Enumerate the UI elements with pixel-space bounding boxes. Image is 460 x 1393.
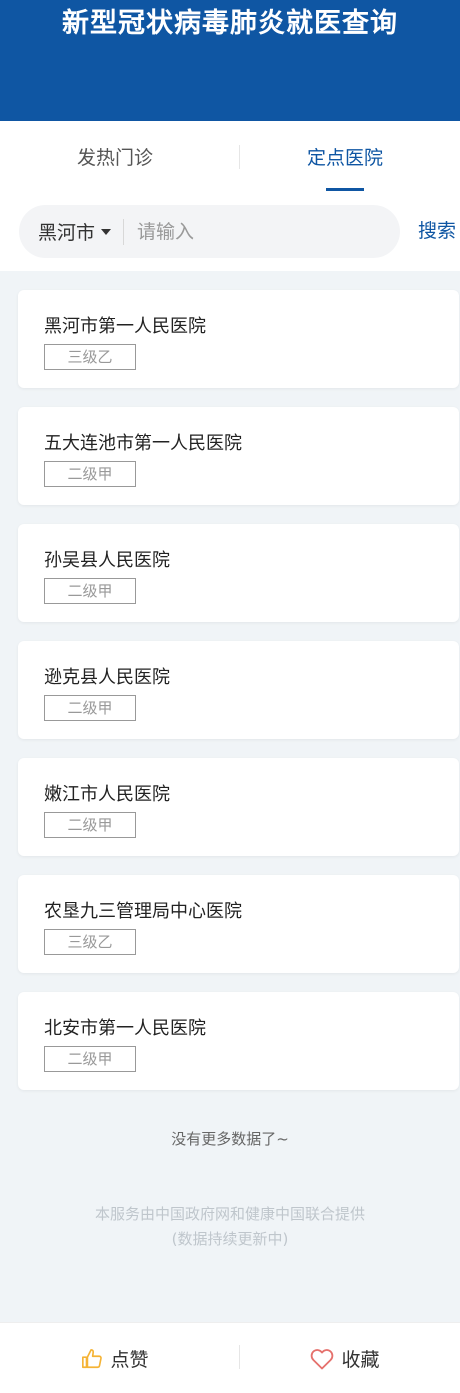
hospital-card[interactable]: 逊克县人民医院 二级甲 (18, 641, 459, 739)
hospital-card[interactable]: 孙吴县人民医院 二级甲 (18, 524, 459, 622)
hospital-name: 农垦九三管理局中心医院 (44, 901, 242, 922)
caret-down-icon (101, 228, 112, 235)
hospital-card[interactable]: 农垦九三管理局中心医院 三级乙 (18, 875, 459, 973)
search-bar: 黑河市 搜索 (0, 191, 460, 271)
tab-designated-hospital[interactable]: 定点医院 (230, 121, 460, 191)
like-label: 点赞 (110, 1349, 149, 1371)
search-pill: 黑河市 (19, 205, 400, 258)
tab-fever-clinic[interactable]: 发热门诊 (0, 121, 230, 191)
hospital-level-badge: 二级甲 (44, 461, 136, 487)
footer-line-1: 本服务由中国政府网和健康中国联合提供 (94, 1205, 365, 1223)
hospital-name: 北安市第一人民医院 (44, 1018, 206, 1039)
header: 新型冠状病毒肺炎就医查询 (0, 0, 460, 121)
hospital-card[interactable]: 五大连池市第一人民医院 二级甲 (18, 407, 459, 505)
like-button[interactable]: 点赞 (0, 1323, 230, 1393)
action-divider (239, 1345, 240, 1369)
city-dropdown[interactable]: 黑河市 (19, 205, 123, 258)
hospital-name: 嫩江市人民医院 (44, 784, 170, 805)
hospital-level-badge: 二级甲 (44, 578, 136, 604)
footer-note: 本服务由中国政府网和健康中国联合提供 (数据持续更新中) (0, 1202, 460, 1252)
city-label: 黑河市 (38, 222, 96, 244)
hospital-name: 逊克县人民医院 (44, 667, 170, 688)
heart-icon (311, 1348, 334, 1369)
hospital-name: 五大连池市第一人民医院 (44, 433, 242, 454)
hospital-card[interactable]: 嫩江市人民医院 二级甲 (18, 758, 459, 856)
tab-divider (239, 145, 240, 169)
search-input[interactable] (124, 219, 400, 244)
search-button[interactable]: 搜索 (418, 212, 456, 250)
list-end-text: 没有更多数据了~ (171, 1130, 289, 1148)
hospital-name: 孙吴县人民医院 (44, 550, 170, 571)
favorite-button[interactable]: 收藏 (230, 1323, 460, 1393)
page: 新型冠状病毒肺炎就医查询 发热门诊 定点医院 黑河市 搜索 黑河市第一人民医院 … (0, 0, 460, 1393)
hospital-list: 黑河市第一人民医院 三级乙 五大连池市第一人民医院 二级甲 孙吴县人民医院 二级… (18, 290, 459, 1109)
page-title: 新型冠状病毒肺炎就医查询 (62, 8, 398, 39)
hospital-card[interactable]: 黑河市第一人民医院 三级乙 (18, 290, 459, 388)
hospital-level-badge: 三级乙 (44, 344, 136, 370)
favorite-label: 收藏 (341, 1349, 380, 1371)
footer-line-2: (数据持续更新中) (171, 1230, 289, 1248)
hospital-level-badge: 二级甲 (44, 695, 136, 721)
hospital-name: 黑河市第一人民医院 (44, 316, 206, 337)
hospital-level-badge: 三级乙 (44, 929, 136, 955)
hospital-level-badge: 二级甲 (44, 1046, 136, 1072)
hospital-card[interactable]: 北安市第一人民医院 二级甲 (18, 992, 459, 1090)
bottom-action-bar: 点赞 收藏 (0, 1322, 460, 1393)
hospital-level-badge: 二级甲 (44, 812, 136, 838)
thumbs-up-icon (82, 1348, 103, 1368)
tab-bar: 发热门诊 定点医院 (0, 121, 460, 191)
